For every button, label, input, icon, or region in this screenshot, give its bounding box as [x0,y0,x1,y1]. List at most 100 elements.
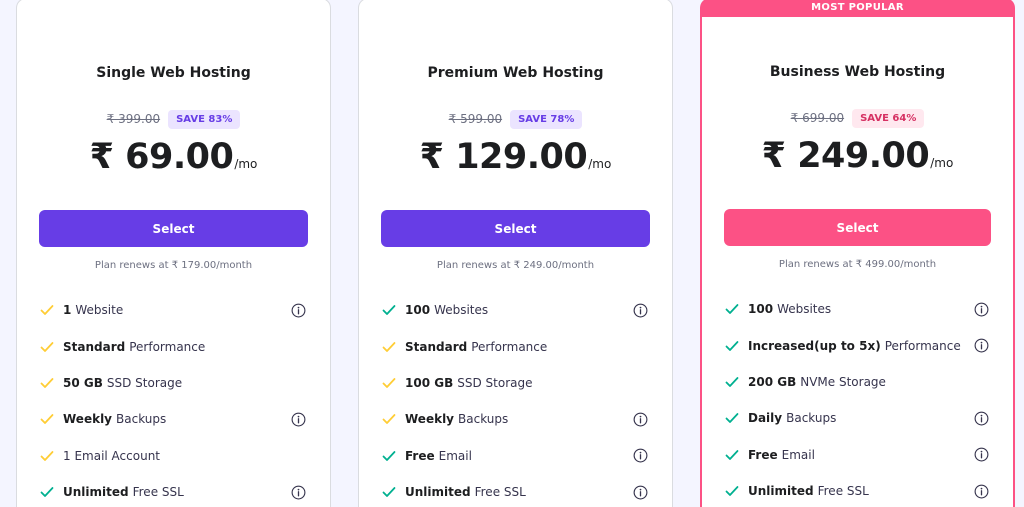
feature-item: Standard Performance [381,328,650,364]
info-icon[interactable] [633,485,648,500]
info-icon[interactable] [633,448,648,463]
feature-highlight: Weekly [405,412,455,427]
feature-highlight: Unlimited [405,485,471,500]
save-badge: SAVE 64% [852,108,925,128]
feature-text: Backups [786,411,837,426]
feature-text: Email [781,447,815,462]
check-icon [725,304,739,315]
price-row: ₹ 249.00 /mo [702,136,1013,176]
plan-title: Business Web Hosting [769,64,946,80]
select-button[interactable]: Select [381,210,650,247]
info-icon[interactable] [974,447,989,462]
info-icon[interactable] [974,302,989,317]
discount-row: ₹ 699.00 SAVE 64% [702,107,1013,129]
feature-list: 1 Website Standard Performance 50 GB SSD Stor… [39,292,308,507]
plan-card-single: Single Web Hosting ₹ 399.00 SAVE 83% ₹ 6… [16,0,331,507]
check-icon [382,378,396,388]
info-icon[interactable] [291,485,306,500]
feature-highlight: Standard [63,339,126,354]
feature-item: Weekly Backups [39,401,308,437]
feature-text: Backups [116,412,167,427]
feature-highlight: Standard [405,339,468,354]
pricing-plans: Single Web Hosting ₹ 399.00 SAVE 83% ₹ 6… [0,0,1024,507]
feature-text: NVMe Storage [800,374,886,389]
feature-list: 100 Websites Increased(up to 5x) Performanc… [724,291,991,507]
price: ₹ 129.00 [419,137,588,177]
info-icon[interactable] [974,338,989,353]
plan-title: Single Web Hosting [96,65,251,81]
select-button[interactable]: Select [724,209,991,246]
check-icon [382,450,396,461]
feature-text: Free SSL [132,485,184,500]
select-button[interactable]: Select [39,210,308,247]
check-icon [40,487,54,498]
feature-text: SSD Storage [106,375,183,390]
feature-text: Backups [458,412,509,427]
check-icon [382,305,396,316]
old-price: ₹ 399.00 [106,112,161,126]
check-icon [40,450,54,461]
feature-highlight: 100 GB [405,375,454,390]
renewal-note: Plan renews at ₹ 499.00/month [778,259,937,270]
info-icon[interactable] [633,412,648,427]
feature-item: 1 Email Account [39,438,308,474]
check-icon [382,487,396,498]
check-icon [40,305,54,316]
feature-item: 100 Websites [381,292,650,328]
feature-highlight: 100 [405,303,431,318]
feature-highlight: Unlimited [748,484,814,499]
feature-highlight: 1 [63,303,72,318]
price-period: /mo [234,157,258,171]
info-icon[interactable] [974,484,989,499]
feature-item: Increased(up to 5x) Performance [724,327,991,363]
check-icon [382,414,396,425]
feature-highlight: 100 [748,302,774,317]
feature-text: Free SSL [474,485,526,500]
check-icon [40,414,54,425]
feature-item: Free Email [381,438,650,474]
old-price: ₹ 699.00 [790,111,845,125]
feature-highlight: Unlimited [63,485,129,500]
feature-highlight: Weekly [63,412,113,427]
feature-highlight: Increased(up to 5x) [748,338,881,353]
info-icon[interactable] [291,303,306,318]
info-icon[interactable] [633,303,648,318]
feature-item: 1 Website [39,292,308,328]
price-row: ₹ 69.00 /mo [17,137,330,177]
plan-title: Premium Web Hosting [427,65,604,81]
feature-item: Unlimited Free SSL [381,474,650,507]
info-icon[interactable] [291,412,306,427]
most-popular-badge: MOST POPULAR [702,0,1013,17]
check-icon [382,341,396,352]
feature-item: 100 Websites [724,291,991,327]
feature-text: Performance [884,338,961,353]
feature-highlight: 50 GB [63,375,103,390]
feature-item: Unlimited Free SSL [39,474,308,507]
feature-text: Websites [434,303,489,318]
save-badge: SAVE 78% [510,109,583,129]
price: ₹ 249.00 [761,136,930,176]
feature-item: 200 GB NVMe Storage [724,364,991,400]
check-icon [40,378,54,388]
check-icon [40,341,54,352]
plan-card-premium: Premium Web Hosting ₹ 599.00 SAVE 78% ₹ … [358,0,673,507]
old-price: ₹ 599.00 [448,112,503,126]
feature-item: Unlimited Free SSL [724,473,991,507]
renewal-note: Plan renews at ₹ 249.00/month [436,260,595,271]
feature-highlight: Free [405,448,435,463]
feature-highlight: 200 GB [748,374,797,389]
info-icon[interactable] [974,411,989,426]
price-row: ₹ 129.00 /mo [359,137,672,177]
feature-item: Standard Performance [39,328,308,364]
discount-row: ₹ 599.00 SAVE 78% [359,108,672,130]
feature-list: 100 Websites Standard Performance 100 GB SSD … [381,292,650,507]
feature-item: 50 GB SSD Storage [39,365,308,401]
check-icon [725,377,739,387]
feature-highlight: Daily [748,411,783,426]
feature-item: Daily Backups [724,400,991,436]
feature-text: SSD Storage [457,375,533,390]
renewal-note: Plan renews at ₹ 179.00/month [94,260,253,271]
feature-text: 1 Email Account [63,448,161,463]
check-icon [725,413,739,424]
price-period: /mo [930,156,954,170]
